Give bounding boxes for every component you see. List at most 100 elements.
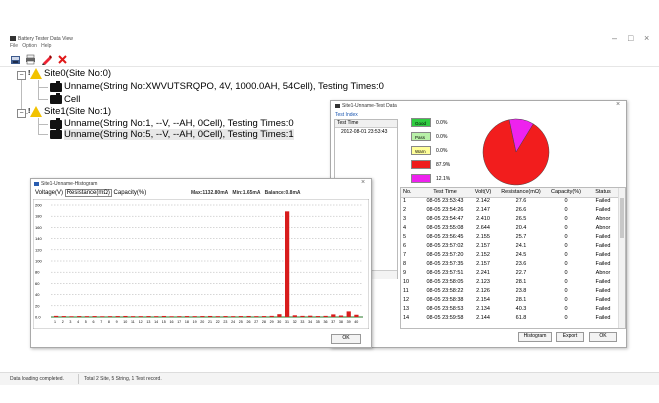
scrollbar-thumb[interactable]	[620, 198, 624, 238]
histogram-bar	[154, 316, 159, 317]
table-row[interactable]: 5 08-05 23:56:45 2.155 25.7 0 Failed	[401, 234, 619, 243]
table-cell: 08-05 23:53:43	[426, 198, 464, 204]
table-cell: 08-05 23:59:58	[426, 315, 464, 321]
column-header[interactable]: No.	[403, 189, 421, 195]
table-cell: 14	[403, 315, 410, 321]
histogram-bar	[77, 316, 82, 317]
x-tick-label: 29	[270, 320, 274, 324]
table-cell: 61.8	[515, 315, 527, 321]
histogram-bar	[184, 316, 190, 317]
table-row[interactable]: 13 08-05 23:58:53 2.134 40.3 0 Failed	[401, 306, 619, 315]
table-cell: 3	[403, 216, 407, 222]
tree-site0-string[interactable]: Unname(String No:XWVUTSRQPO, 4V, 1000.0A…	[64, 81, 384, 92]
tree-site0-cell[interactable]: Cell	[64, 94, 80, 105]
tree-site1[interactable]: Site1(Site No:1)	[44, 106, 111, 117]
x-tick-label: 28	[262, 320, 266, 324]
table-cell: 0	[564, 279, 568, 285]
app-icon	[10, 36, 16, 41]
column-header[interactable]: Resistance(mΩ)	[499, 189, 543, 195]
histogram-ok-button[interactable]: OK	[331, 334, 361, 344]
column-header[interactable]: Volt(V)	[469, 189, 497, 195]
histogram-window: Site1-Unname-Histogram × Voltage(V) Resi…	[30, 178, 372, 348]
table-row[interactable]: 11 08-05 23:58:22 2.126 23.8 0 Failed	[401, 288, 619, 297]
menu-bar: File Option Help	[10, 43, 51, 49]
delete-button[interactable]	[57, 52, 68, 64]
x-tick-label: 14	[154, 320, 158, 324]
tab-voltage[interactable]: Voltage(V)	[35, 190, 63, 196]
x-tick-label: 20	[200, 320, 204, 324]
table-cell: 08-05 23:54:47	[426, 216, 464, 222]
y-tick-label: 20	[35, 303, 40, 308]
histogram-bar	[215, 316, 220, 317]
menu-option[interactable]: Option	[22, 43, 37, 49]
print-button[interactable]	[25, 52, 36, 65]
table-row[interactable]: 4 08-05 23:55:08 2.644 20.4 0 Abnor	[401, 225, 619, 234]
tab-resistance[interactable]: Resistance(mΩ)	[64, 189, 112, 197]
table-cell: 2.644	[476, 225, 490, 231]
column-header[interactable]: Test Time	[422, 189, 468, 195]
column-header[interactable]: Status	[589, 189, 617, 195]
table-cell: 13	[403, 306, 410, 312]
y-tick-label: 80	[35, 270, 40, 275]
printer-icon	[26, 54, 35, 65]
histogram-button[interactable]: Histogram	[518, 332, 552, 342]
tree-site0[interactable]: Site0(Site No:0)	[44, 68, 111, 79]
table-cell: 12	[403, 297, 410, 303]
table-row[interactable]: 8 08-05 23:57:35 2.157 23.6 0 Failed	[401, 261, 619, 270]
x-tick-label: 27	[254, 320, 258, 324]
table-row[interactable]: 7 08-05 23:57:20 2.152 24.5 0 Failed	[401, 252, 619, 261]
close-button[interactable]: ×	[644, 33, 649, 43]
table-cell: Failed	[595, 297, 611, 303]
site0-collapse-toggle[interactable]: −	[17, 71, 26, 80]
y-tick-label: 100	[35, 259, 42, 264]
x-tick-label: 32	[293, 320, 297, 324]
column-header[interactable]: Capacity(%)	[544, 189, 588, 195]
site1-collapse-toggle[interactable]: −	[17, 109, 26, 118]
x-tick-label: 6	[93, 320, 95, 324]
table-row[interactable]: 3 08-05 23:54:47 2.410 26.5 0 Abnor	[401, 216, 619, 225]
histogram-bar	[61, 316, 66, 317]
table-cell: Failed	[595, 306, 611, 312]
minimize-button[interactable]: –	[612, 33, 617, 43]
ok-button[interactable]: OK	[589, 332, 617, 342]
table-cell: 0	[564, 270, 568, 276]
table-cell: Failed	[595, 261, 611, 267]
x-tick-label: 15	[162, 320, 166, 324]
table-row[interactable]: 14 08-05 23:59:58 2.144 61.8 0 Failed	[401, 315, 619, 324]
table-row[interactable]: 9 08-05 23:57:51 2.241 22.7 0 Abnor	[401, 270, 619, 279]
battery-string-icon	[50, 128, 62, 139]
maximize-button[interactable]: □	[628, 33, 633, 43]
table-row[interactable]: 12 08-05 23:58:38 2.154 28.1 0 Failed	[401, 297, 619, 306]
test-data-close-button[interactable]: ×	[616, 101, 620, 108]
x-tick-label: 23	[223, 320, 227, 324]
table-row[interactable]: 10 08-05 23:58:05 2.123 28.1 0 Failed	[401, 279, 619, 288]
export-button[interactable]: Export	[556, 332, 584, 342]
table-cell: Failed	[595, 198, 611, 204]
histogram-bar	[261, 316, 267, 317]
histogram-close-button[interactable]: ×	[361, 179, 365, 186]
test-index-item[interactable]: 2012-08-01 23:53:43	[341, 129, 387, 135]
histogram-bar	[323, 315, 328, 317]
table-cell: 08-05 23:58:05	[426, 279, 464, 285]
table-cell: 26.5	[515, 216, 527, 222]
table-cell: 4	[403, 225, 407, 231]
y-tick-label: 140	[35, 236, 42, 241]
table-cell: 2.144	[476, 315, 490, 321]
x-tick-label: 7	[100, 320, 102, 324]
tree-site1-string5[interactable]: Unname(String No:5, --V, --AH, 0Cell), T…	[64, 129, 294, 140]
menu-help[interactable]: Help	[41, 43, 51, 49]
table-row[interactable]: 6 08-05 23:57:02 2.157 24.1 0 Failed	[401, 243, 619, 252]
histogram-bar	[254, 316, 259, 317]
histogram-bar	[54, 315, 59, 317]
table-row[interactable]: 1 08-05 23:53:43 2.142 27.6 0 Failed	[401, 198, 619, 207]
table-row[interactable]: 2 08-05 23:54:26 2.147 26.6 0 Failed	[401, 207, 619, 216]
edit-button[interactable]	[41, 52, 52, 65]
x-tick-label: 34	[308, 320, 312, 324]
open-database-button[interactable]	[10, 52, 21, 64]
table-cell: 23.6	[515, 261, 527, 267]
tree-site1-string1[interactable]: Unname(String No:1, --V, --AH, 0Cell), T…	[64, 118, 294, 129]
tab-capacity[interactable]: Capacity(%)	[114, 190, 147, 196]
table-scrollbar[interactable]	[618, 188, 625, 328]
histogram-bar	[84, 316, 90, 317]
menu-file[interactable]: File	[10, 43, 18, 49]
